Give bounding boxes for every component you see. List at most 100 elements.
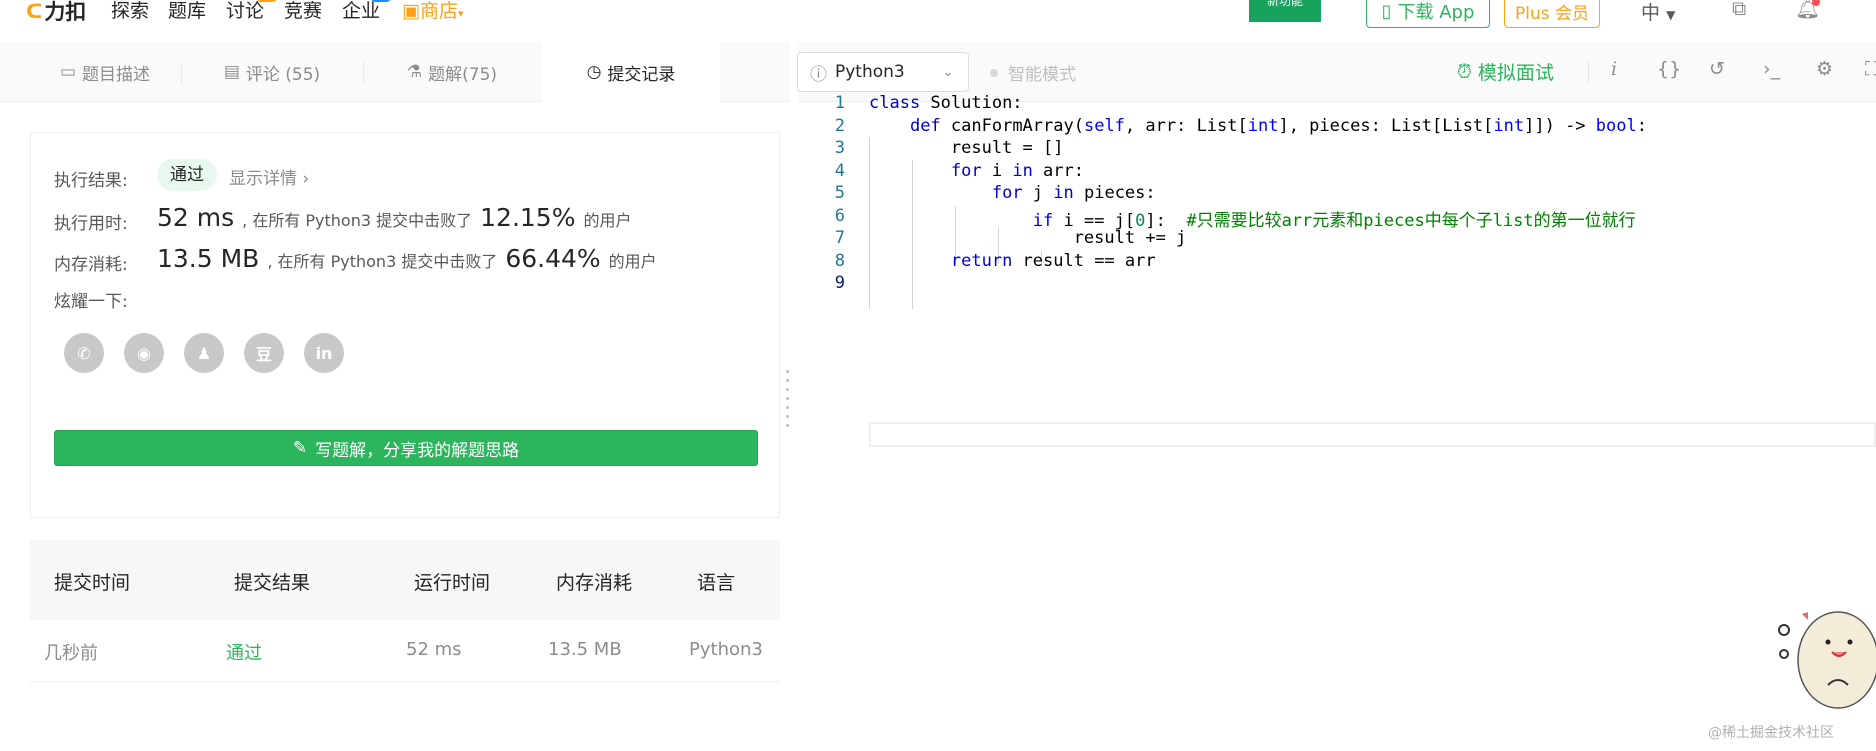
nav-contest[interactable]: 竞赛 [284, 0, 322, 22]
language-select-value: Python3 [835, 62, 905, 82]
code-line: result = [] [869, 138, 1064, 158]
cell-time: 几秒前 [44, 643, 98, 664]
line-number: 9 [834, 273, 845, 293]
submission-panel: 执行结果: 通过 显示详情 › 执行用时: 52 ms , 在所有 Python… [0, 102, 790, 751]
nav-enterprise[interactable]: 企业 [342, 0, 380, 22]
line-number: 7 [834, 228, 845, 248]
logo-text: 力扣 [44, 0, 87, 24]
reset-icon[interactable]: ↺ [1709, 58, 1725, 80]
runtime-text: , 在所有 Python3 提交中击败了 [242, 211, 473, 230]
smart-mode-toggle[interactable]: 智能模式 [990, 60, 1076, 85]
mock-interview-button[interactable]: ⏰︎ 模拟面试 [1457, 58, 1554, 85]
flask-icon: ⚗ [406, 62, 423, 82]
line-number: 6 [834, 206, 845, 226]
code-line: result += j [869, 228, 1187, 248]
tab-label: 题目描述 [82, 64, 151, 85]
info-italic-icon[interactable]: i [1611, 58, 1617, 80]
tab-label: 评论 (55) [245, 64, 321, 85]
tab-solutions[interactable]: ⚗ 题解(75) [364, 42, 540, 102]
pencil-icon: ✎ [292, 438, 308, 458]
cell-runtime: 52 ms [406, 639, 462, 660]
nav-discuss[interactable]: 讨论 [226, 0, 264, 22]
runtime-percentile: 12.15% [480, 203, 576, 232]
tab-label: 题解(75) [428, 64, 498, 85]
current-line-highlight [869, 422, 1876, 447]
nav-badge [370, 0, 392, 2]
chevron-down-icon: ⌄ [942, 64, 954, 80]
gear-icon[interactable]: ⚙ [1816, 58, 1833, 80]
store-icon: ▣ [402, 0, 420, 22]
exec-result-label: 执行结果: [54, 171, 128, 191]
toolbar-divider [1588, 62, 1589, 84]
mascot-sticker [1778, 611, 1876, 709]
runtime-label: 执行用时: [54, 214, 128, 234]
language-switch[interactable]: 中 ▼ [1641, 0, 1675, 25]
memory-suffix: 的用户 [608, 252, 657, 271]
fullscreen-icon[interactable]: ⛶ [1865, 58, 1876, 80]
braces-icon[interactable]: {} [1657, 58, 1681, 80]
col-memory[interactable]: 内存消耗 [556, 568, 632, 595]
line-number: 1 [834, 93, 845, 113]
memory-label: 内存消耗: [54, 255, 128, 275]
phone-icon: ▯ [1381, 0, 1392, 22]
weibo-icon[interactable]: ◉ [124, 333, 164, 373]
playground-icon[interactable]: ⧉ [1732, 0, 1746, 20]
write-solution-label: 写题解，分享我的解题思路 [315, 440, 520, 461]
col-language[interactable]: 语言 [697, 568, 735, 595]
code-editor[interactable]: 1 2 3 4 5 6 7 8 9 class Solution: def ca… [797, 93, 1876, 751]
submission-table: 提交时间 提交结果 运行时间 内存消耗 语言 几秒前 通过 52 ms 13.5… [30, 540, 780, 682]
col-result[interactable]: 提交结果 [234, 568, 310, 595]
description-icon: ▭ [59, 62, 77, 82]
info-icon: ⓘ [810, 64, 827, 85]
write-solution-button[interactable]: ✎ 写题解，分享我的解题思路 [54, 430, 758, 466]
leetcode-logo[interactable]: ᑕ 力扣 [26, 0, 86, 24]
left-tab-bar: ▭ 题目描述 ▤ 评论 (55) ⚗ 题解(75) ◷ 提交记录 [0, 42, 790, 102]
runtime-stat: 52 ms , 在所有 Python3 提交中击败了 12.15% 的用户 [157, 203, 631, 232]
col-submit-time[interactable]: 提交时间 [54, 568, 130, 595]
line-number: 3 [834, 138, 845, 158]
nav-store[interactable]: ▣商店▾ [402, 0, 464, 25]
nav-badge [256, 0, 278, 2]
new-feature-badge[interactable]: 新功能 [1249, 0, 1321, 22]
show-details-link[interactable]: 显示详情 › [229, 164, 309, 189]
runtime-value: 52 ms [157, 203, 235, 232]
nav-explore[interactable]: 探索 [111, 0, 149, 22]
code-line: for j in pieces: [991, 183, 1156, 203]
share-label: 炫耀一下: [54, 292, 128, 312]
table-row[interactable]: 几秒前 通过 52 ms 13.5 MB Python3 [30, 620, 780, 682]
code-line: for i in arr: [950, 161, 1084, 181]
terminal-icon[interactable]: ›_ [1763, 58, 1780, 80]
tab-label: 提交记录 [607, 64, 676, 85]
plus-member-button[interactable]: Plus 会员 [1504, 0, 1600, 28]
download-app-button[interactable]: ▯ 下载 App [1366, 0, 1490, 28]
code-line: return result == arr [950, 251, 1156, 271]
watermark: @稀土掘金技术社区 [1708, 725, 1834, 741]
language-select[interactable]: ⓘ Python3 ⌄ [797, 52, 969, 92]
qq-icon[interactable]: ♟ [184, 333, 224, 373]
memory-value: 13.5 MB [157, 244, 260, 273]
memory-stat: 13.5 MB , 在所有 Python3 提交中击败了 66.44% 的用户 [157, 244, 657, 273]
tab-comments[interactable]: ▤ 评论 (55) [182, 42, 362, 102]
line-number: 5 [834, 183, 845, 203]
wechat-icon[interactable]: ✆ [64, 333, 104, 373]
line-number: 8 [834, 251, 845, 271]
smart-mode-label: 智能模式 [1008, 65, 1076, 85]
panel-resize-handle[interactable] [785, 370, 791, 440]
nav-problemset[interactable]: 题库 [168, 0, 206, 22]
status-badge: 通过 [157, 159, 217, 191]
col-runtime[interactable]: 运行时间 [414, 568, 490, 595]
caret-down-icon: ▼ [1666, 8, 1676, 22]
tab-description[interactable]: ▭ 题目描述 [30, 42, 180, 102]
smart-mode-dot [990, 68, 998, 77]
line-number: 2 [834, 116, 845, 136]
cell-memory: 13.5 MB [548, 639, 622, 660]
cell-language: Python3 [689, 639, 763, 660]
tab-submissions[interactable]: ◷ 提交记录 [542, 42, 720, 102]
douban-icon[interactable]: 豆 [244, 333, 284, 373]
linkedin-icon[interactable]: in [304, 333, 344, 373]
comment-icon: ▤ [223, 62, 240, 82]
share-icons: ✆ ◉ ♟ 豆 in [64, 333, 344, 373]
logo-icon: ᑕ [26, 0, 43, 23]
cell-result[interactable]: 通过 [226, 639, 262, 665]
code-line: def canFormArray(self, arr: List[int], p… [909, 116, 1647, 136]
